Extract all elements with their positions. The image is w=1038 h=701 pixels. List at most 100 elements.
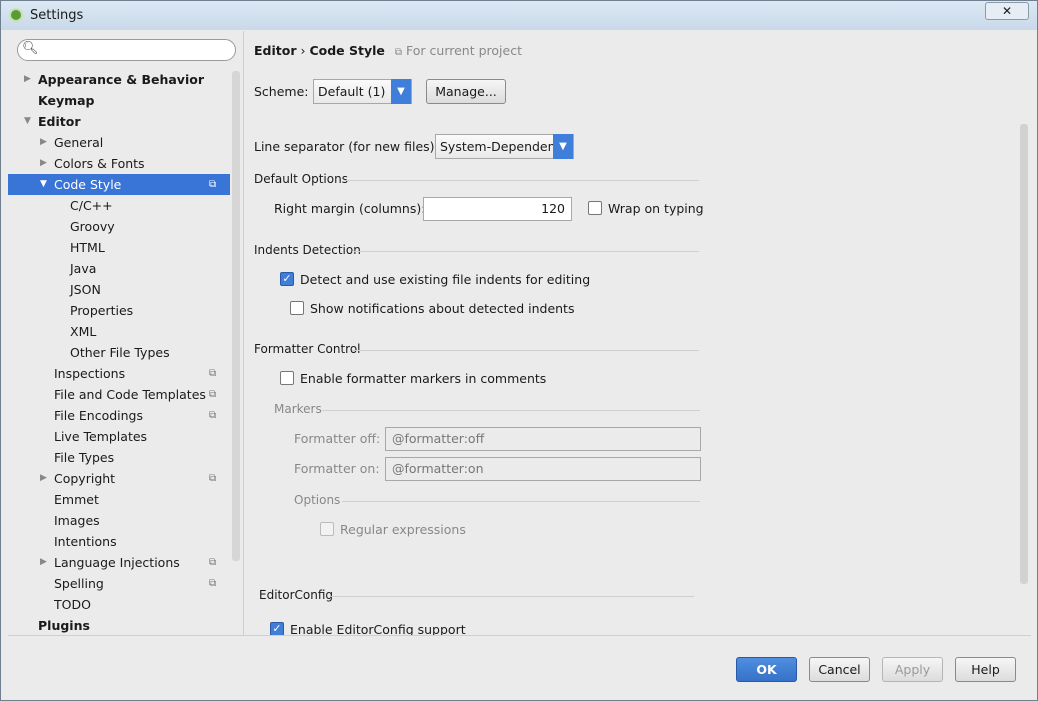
- sidebar-item-live-templates[interactable]: Live Templates: [8, 426, 230, 447]
- search-input[interactable]: 🔍︎: [17, 39, 236, 61]
- editorconfig-checkbox[interactable]: ✓: [270, 622, 284, 636]
- sidebar-item-label: JSON: [70, 282, 101, 297]
- right-margin-label: Right margin (columns):: [274, 201, 426, 216]
- regex-label: Regular expressions: [340, 522, 466, 537]
- search-icon: 🔍︎: [22, 41, 39, 56]
- sidebar-item-label: Images: [54, 513, 100, 528]
- sidebar-item-other-file-types[interactable]: Other File Types: [8, 342, 230, 363]
- breadcrumb: Editor › Code Style ⧉ For current projec…: [254, 43, 522, 58]
- apply-button[interactable]: Apply: [882, 657, 943, 682]
- sidebar-item-xml[interactable]: XML: [8, 321, 230, 342]
- section-title: Formatter Control: [254, 342, 361, 356]
- line-separator-dropdown[interactable]: System-Dependent ▼: [435, 134, 574, 159]
- formatter-off-input[interactable]: @formatter:off: [385, 427, 701, 451]
- sidebar-item-todo[interactable]: TODO: [8, 594, 230, 615]
- sidebar-item-json[interactable]: JSON: [8, 279, 230, 300]
- sidebar-item-label: Appearance & Behavior: [38, 72, 204, 87]
- project-scope-icon: ⧉: [209, 557, 217, 568]
- regex-checkbox[interactable]: [320, 522, 334, 536]
- sidebar-item-java[interactable]: Java: [8, 258, 230, 279]
- sidebar-item-inspections[interactable]: Inspections ⧉: [8, 363, 230, 384]
- title-bar: Settings ✕: [1, 1, 1037, 30]
- sidebar-item-label: File Types: [54, 450, 115, 465]
- formatter-markers-checkbox[interactable]: [280, 371, 294, 385]
- sidebar-item-label: Copyright: [54, 471, 116, 486]
- manage-button[interactable]: Manage...: [426, 79, 506, 104]
- sidebar-item-c-c[interactable]: C/C++: [8, 195, 230, 216]
- expanded-arrow-icon[interactable]: ▼: [24, 111, 31, 132]
- sidebar-item-label: Java: [70, 261, 97, 276]
- settings-sidebar: 🔍︎ ▶ Appearance & Behavior Keymap ▼ Editor ▶ G…: [8, 31, 244, 635]
- sidebar-item-label: General: [54, 135, 104, 150]
- sidebar-item-general[interactable]: ▶ General: [8, 132, 230, 153]
- sidebar-item-colors-fonts[interactable]: ▶ Colors & Fonts: [8, 153, 230, 174]
- cancel-button[interactable]: Cancel: [809, 657, 870, 682]
- collapsed-arrow-icon[interactable]: ▶: [24, 69, 31, 90]
- sidebar-item-label: Groovy: [70, 219, 115, 234]
- scope-label: For current project: [406, 43, 522, 58]
- sidebar-item-label: Other File Types: [70, 345, 170, 360]
- help-button[interactable]: Help: [955, 657, 1016, 682]
- sidebar-item-label: Live Templates: [54, 429, 148, 444]
- sidebar-item-plugins[interactable]: Plugins: [8, 615, 230, 636]
- expanded-arrow-icon[interactable]: ▼: [40, 174, 47, 195]
- formatter-on-input[interactable]: @formatter:on: [385, 457, 701, 481]
- detect-indents-checkbox[interactable]: ✓: [280, 272, 294, 286]
- sidebar-item-label: Editor: [38, 114, 81, 129]
- chevron-down-icon: ▼: [553, 134, 573, 159]
- formatter-on-label: Formatter on:: [294, 461, 380, 476]
- sidebar-item-code-style[interactable]: ▼ Code Style ⧉: [8, 174, 230, 195]
- collapsed-arrow-icon[interactable]: ▶: [40, 468, 47, 489]
- chevron-down-icon: ▼: [391, 79, 411, 104]
- collapsed-arrow-icon[interactable]: ▶: [40, 153, 47, 174]
- sidebar-item-file-encodings[interactable]: File Encodings ⧉: [8, 405, 230, 426]
- scheme-value: Default (1): [318, 84, 386, 99]
- sidebar-item-intentions[interactable]: Intentions: [8, 531, 230, 552]
- sidebar-item-groovy[interactable]: Groovy: [8, 216, 230, 237]
- show-notifications-checkbox[interactable]: [290, 301, 304, 315]
- sidebar-item-copyright[interactable]: ▶ Copyright ⧉: [8, 468, 230, 489]
- sidebar-item-emmet[interactable]: Emmet: [8, 489, 230, 510]
- project-scope-icon: ⧉: [209, 179, 217, 190]
- content-scrollbar[interactable]: [1020, 124, 1028, 584]
- sidebar-item-language-injections[interactable]: ▶ Language Injections ⧉: [8, 552, 230, 573]
- button-bar: [8, 635, 1031, 695]
- sidebar-item-images[interactable]: Images: [8, 510, 230, 531]
- breadcrumb-current: Code Style: [309, 43, 385, 58]
- formatter-off-label: Formatter off:: [294, 431, 381, 446]
- sidebar-item-label: XML: [70, 324, 97, 339]
- breadcrumb-parent: Editor: [254, 43, 297, 58]
- sidebar-item-appearance-behavior[interactable]: ▶ Appearance & Behavior: [8, 69, 230, 90]
- sidebar-item-label: Properties: [70, 303, 134, 318]
- sidebar-item-spelling[interactable]: Spelling ⧉: [8, 573, 230, 594]
- sidebar-item-file-types[interactable]: File Types: [8, 447, 230, 468]
- settings-window: Settings ✕ 🔍︎ ▶ Appearance & Behavior Keym…: [0, 0, 1038, 701]
- right-margin-input[interactable]: 120: [423, 197, 572, 221]
- collapsed-arrow-icon[interactable]: ▶: [40, 132, 47, 153]
- sidebar-item-label: File and Code Templates: [54, 387, 206, 402]
- scheme-dropdown[interactable]: Default (1) ▼: [313, 79, 412, 104]
- sidebar-scrollbar[interactable]: [232, 71, 240, 561]
- collapsed-arrow-icon[interactable]: ▶: [40, 552, 47, 573]
- section-title: Default Options: [254, 172, 348, 186]
- project-scope-icon: ⧉: [209, 389, 217, 400]
- wrap-on-typing-label: Wrap on typing: [608, 201, 704, 216]
- ok-button[interactable]: OK: [736, 657, 797, 682]
- sidebar-item-label: C/C++: [70, 198, 113, 213]
- sidebar-item-label: File Encodings: [54, 408, 144, 423]
- sidebar-item-html[interactable]: HTML: [8, 237, 230, 258]
- sidebar-item-properties[interactable]: Properties: [8, 300, 230, 321]
- close-button[interactable]: ✕: [985, 2, 1029, 20]
- project-scope-icon: ⧉: [209, 368, 217, 379]
- sidebar-item-label: Language Injections: [54, 555, 180, 570]
- sidebar-item-label: Code Style: [54, 177, 122, 192]
- sidebar-item-editor[interactable]: ▼ Editor: [8, 111, 230, 132]
- sidebar-item-file-and-code-templates[interactable]: File and Code Templates ⧉: [8, 384, 230, 405]
- project-scope-icon: ⧉: [209, 578, 217, 589]
- sidebar-item-keymap[interactable]: Keymap: [8, 90, 230, 111]
- project-scope-icon: ⧉: [209, 410, 217, 421]
- sidebar-item-label: Intentions: [54, 534, 117, 549]
- sidebar-item-label: HTML: [70, 240, 105, 255]
- wrap-on-typing-checkbox[interactable]: [588, 201, 602, 215]
- android-studio-icon: [9, 8, 23, 22]
